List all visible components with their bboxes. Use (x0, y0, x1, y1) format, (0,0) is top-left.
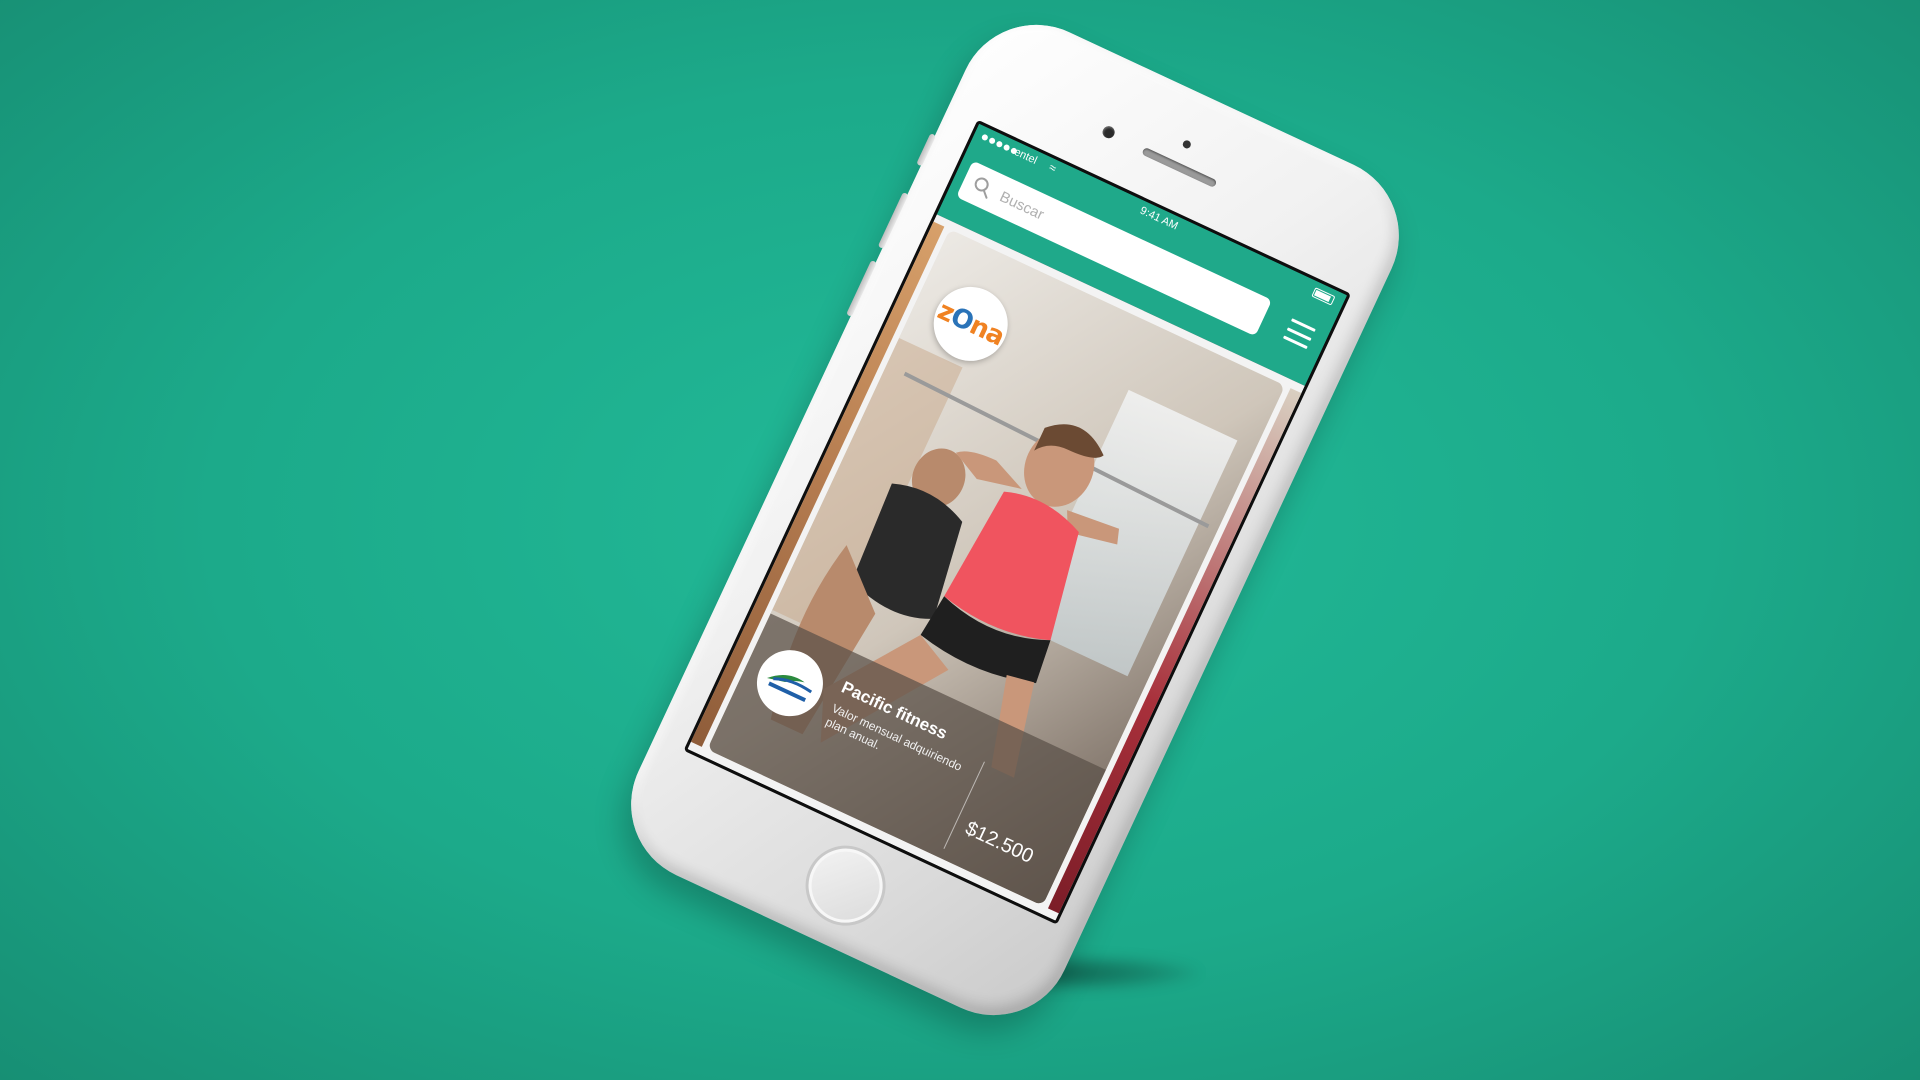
volume-up-button (877, 191, 909, 249)
earpiece-speaker (1141, 146, 1218, 188)
offer-price: $12.500 (961, 817, 1037, 868)
volume-down-button (846, 259, 877, 317)
phone-screen: entel ≈ 9:41 AM Buscar z O na Pacific fi… (683, 119, 1352, 925)
search-icon (974, 177, 989, 199)
proximity-sensor (1181, 139, 1193, 150)
battery-icon (1311, 287, 1336, 306)
pacific-fitness-logo (746, 639, 834, 728)
menu-icon[interactable] (1282, 318, 1316, 350)
front-camera (1100, 124, 1117, 141)
mockup-scene: entel ≈ 9:41 AM Buscar z O na Pacific fi… (0, 0, 1920, 1080)
pacific-fitness-logo-icon (766, 674, 813, 703)
phone-device: entel ≈ 9:41 AM Buscar z O na Pacific fi… (605, 0, 1425, 1041)
mute-switch (916, 133, 937, 167)
home-button[interactable] (792, 832, 899, 939)
